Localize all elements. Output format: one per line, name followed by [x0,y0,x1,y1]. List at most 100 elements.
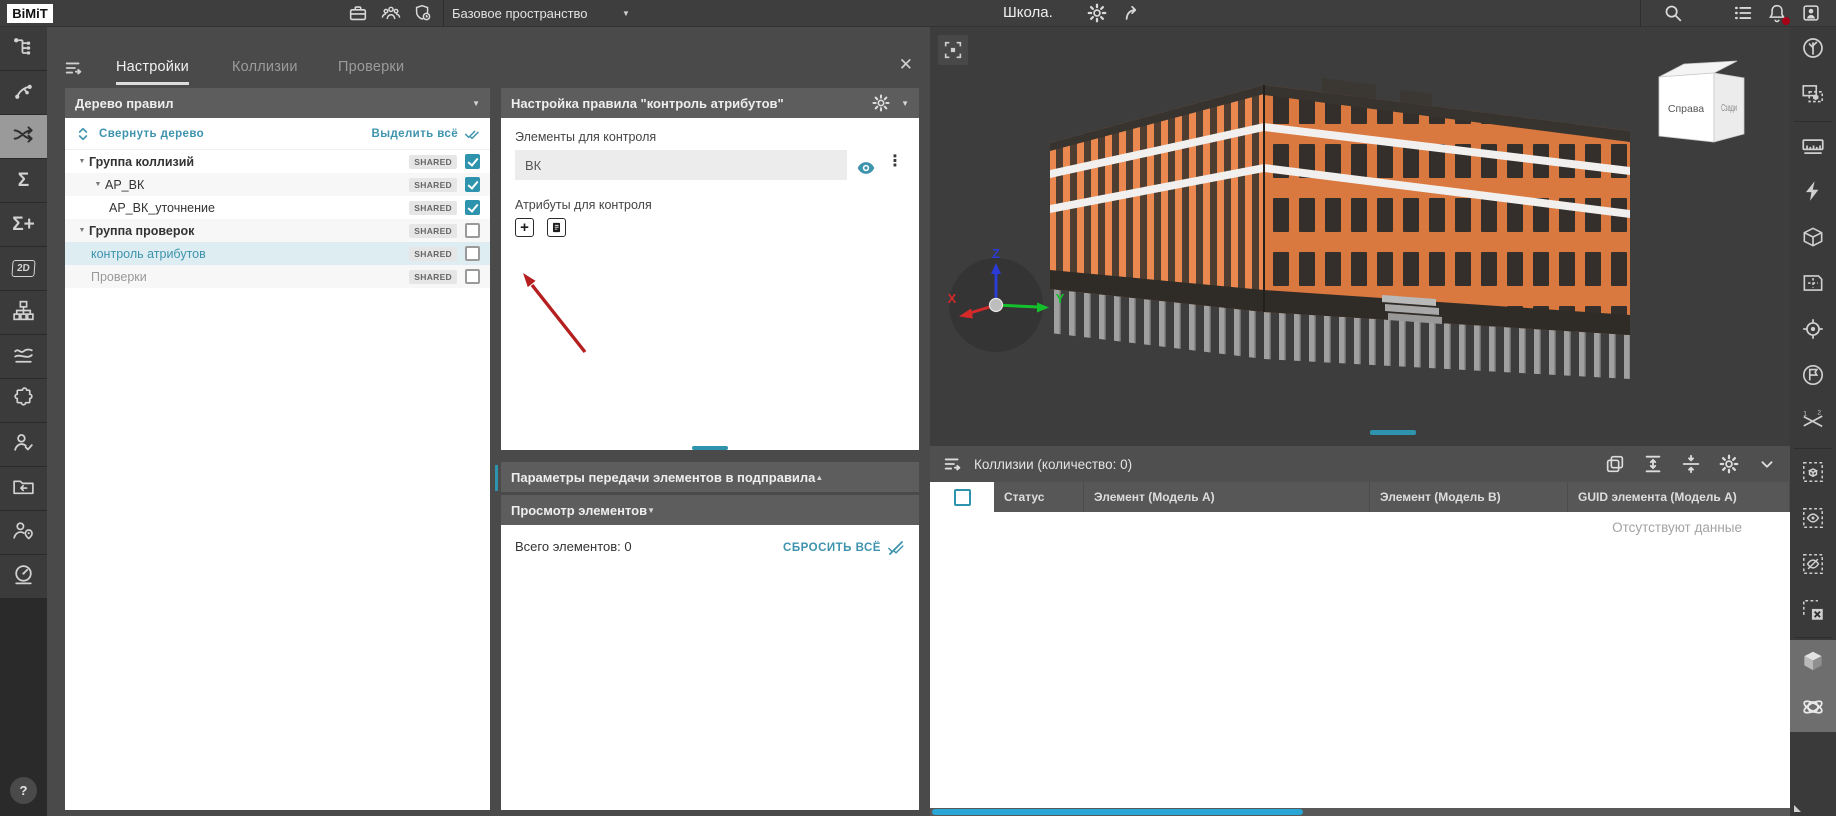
row-checkbox[interactable] [465,269,480,284]
rule-gear-icon[interactable] [871,93,891,113]
view-cube[interactable]: Справа Сзади [1650,55,1770,165]
collapse-tree-icon[interactable] [75,126,91,142]
tool-hide[interactable] [1790,543,1836,589]
tool-measure-collisions[interactable]: 1 2 [1790,400,1836,446]
collisions-gear-icon[interactable] [1718,453,1740,475]
tool-plugins[interactable] [0,379,47,423]
column-element-a[interactable]: Элемент (Модель A) [1084,482,1370,512]
shield-clock-icon[interactable] [412,2,434,24]
select-all-checkbox[interactable] [953,488,971,506]
tool-sum-plus[interactable]: Σ+ [0,203,47,247]
tool-model-tree[interactable] [0,27,47,71]
column-guid-a[interactable]: GUID элемента (Модель A) [1568,482,1790,512]
viewport-3d[interactable]: Справа Сзади Z Y X Коллизии (количество:… [930,27,1790,816]
tool-orbit-tree[interactable] [1790,27,1836,73]
row-checkbox[interactable] [465,154,480,169]
paste-attribute-button[interactable] [547,218,567,237]
account-icon[interactable] [1800,2,1822,24]
expander-icon[interactable]: ▼ [75,227,89,234]
rule-caret-icon[interactable]: ▼ [901,99,909,108]
tool-nodes[interactable] [0,71,47,115]
tree-row[interactable]: ▼ Группа коллизий SHARED [65,150,490,173]
row-checkbox[interactable] [465,246,480,261]
tree-row[interactable]: ▼ Группа проверок SHARED [65,219,490,242]
axes-gizmo[interactable]: Z Y X [938,243,1078,363]
select-all-check-icon[interactable] [464,126,480,142]
menu-list-icon[interactable] [1732,2,1754,24]
collapse-tree-link[interactable]: Свернуть дерево [99,128,204,140]
workspace-selector[interactable]: Базовое пространство [452,0,588,27]
scrollbar-thumb[interactable] [932,809,1303,815]
reset-all-link[interactable]: СБРОСИТЬ ВСЁ [783,539,905,557]
tool-section-plane[interactable] [1790,262,1836,308]
briefcase-icon[interactable] [347,2,369,24]
tool-ruler[interactable] [1790,124,1836,170]
eye-icon[interactable] [853,158,879,178]
row-checkbox[interactable] [465,177,480,192]
capture-view-button[interactable] [938,35,968,65]
select-all-link[interactable]: Выделить всё [372,128,458,140]
add-attribute-button[interactable]: + [515,218,534,237]
tree-row[interactable]: АР_ВК_уточнение SHARED [65,196,490,219]
collisions-menu-icon[interactable] [942,453,964,475]
collisions-drag-handle[interactable] [1370,430,1416,435]
tool-collisions-check[interactable] [0,115,47,159]
tool-user-location[interactable] [0,511,47,555]
tool-focus[interactable] [1790,308,1836,354]
tool-structure[interactable] [0,291,47,335]
tree-row[interactable]: Проверки SHARED [65,265,490,288]
rules-tree-header[interactable]: Дерево правил ▼ [65,88,490,118]
tool-sheet-2d[interactable]: 2D [0,247,47,291]
center-vertical-icon[interactable] [1680,453,1702,475]
rule-settings-header[interactable]: Настройка правила "контроль атрибутов" ▼ [501,88,919,118]
help-button[interactable]: ? [10,777,37,804]
row-checkbox[interactable] [465,223,480,238]
kebab-menu-icon[interactable]: ⋮ [887,154,903,170]
tool-show[interactable] [1790,497,1836,543]
tool-graphs[interactable] [0,335,47,379]
panel-resize-handle[interactable] [495,465,498,491]
transfer-params-header[interactable]: Параметры передачи элементов в подправил… [501,462,919,492]
tool-clear-selection[interactable] [1790,589,1836,635]
tool-flash[interactable] [1790,170,1836,216]
team-icon[interactable] [380,2,402,24]
fit-height-icon[interactable] [1642,453,1664,475]
panel-drag-handle[interactable] [692,446,728,450]
app-logo[interactable]: BiMiT [7,4,53,23]
tool-sum[interactable]: Σ [0,159,47,203]
tool-user-check[interactable] [0,423,47,467]
tool-section-box[interactable] [1790,216,1836,262]
tool-dashboard[interactable] [0,555,47,599]
collapse-down-icon[interactable]: ▼ [647,506,655,515]
notifications-icon[interactable] [1766,2,1790,25]
search-icon[interactable] [1662,2,1684,24]
expander-icon[interactable]: ▼ [91,181,105,188]
tree-row-selected[interactable]: контроль атрибутов SHARED [65,242,490,265]
tool-folder-share[interactable] [0,467,47,511]
row-checkbox[interactable] [465,200,480,215]
tab-checks[interactable]: Проверки [338,27,404,85]
settings-gear-icon[interactable] [1086,2,1108,24]
workspace-caret-icon[interactable]: ▼ [622,0,630,27]
tool-isolate[interactable] [1790,451,1836,497]
collapse-up-icon[interactable]: ▲ [815,473,823,482]
column-element-b[interactable]: Элемент (Модель B) [1370,482,1568,512]
expander-icon[interactable]: ▼ [75,158,89,165]
elements-input[interactable] [515,150,847,180]
tab-collisions[interactable]: Коллизии [232,27,298,85]
collisions-collapse-icon[interactable] [1756,453,1778,475]
tab-settings[interactable]: Настройки [116,27,189,85]
tool-orbit-mode[interactable] [1790,686,1836,732]
duplicate-icon[interactable] [1604,453,1626,475]
tool-flag[interactable] [1790,354,1836,400]
tree-row[interactable]: ▼ АР_ВК SHARED [65,173,490,196]
tool-shaded-view[interactable] [1790,640,1836,686]
tool-select-elements[interactable] [1790,73,1836,119]
view-elements-header[interactable]: Просмотр элементов ▼ [501,495,919,525]
horizontal-scrollbar[interactable] [930,808,1790,816]
resize-corner-handle[interactable] [1794,805,1801,812]
column-status[interactable]: Статус [994,482,1084,512]
collapse-caret-icon[interactable]: ▼ [472,99,480,108]
panel-menu-icon[interactable] [63,57,85,79]
share-icon[interactable] [1122,2,1144,24]
